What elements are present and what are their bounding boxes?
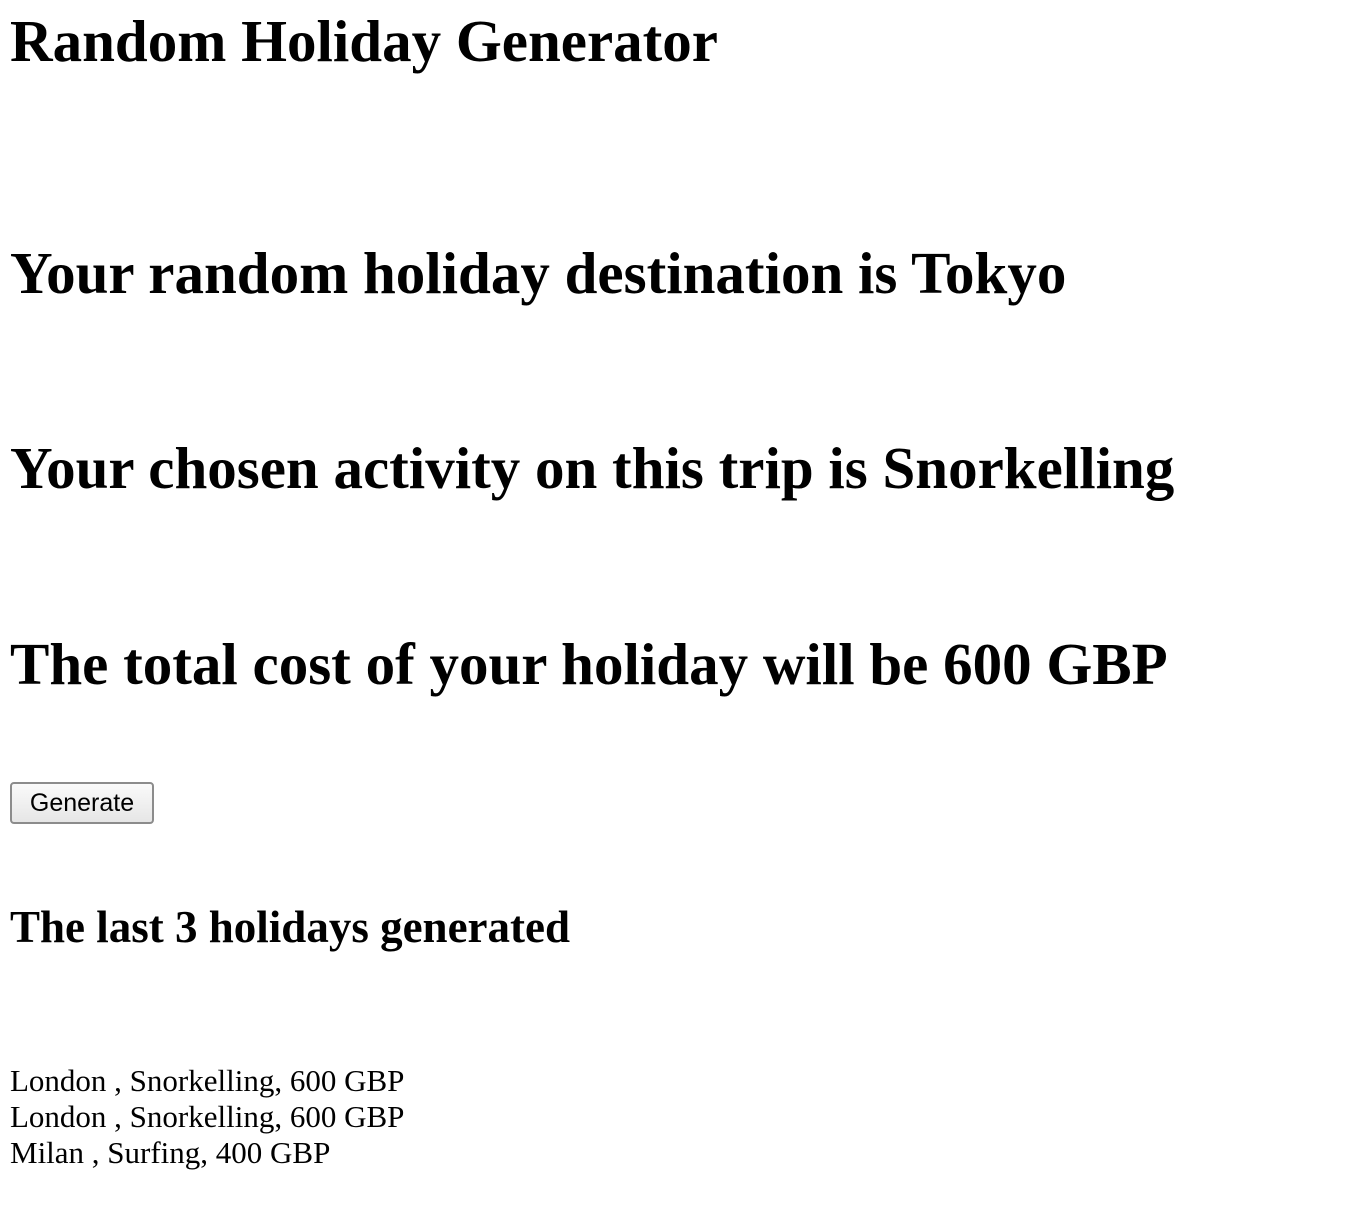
activity-result: Your chosen activity on this trip is Sno… [10, 435, 1175, 501]
cost-result: The total cost of your holiday will be 6… [10, 631, 1168, 697]
generate-button[interactable]: Generate [10, 782, 154, 824]
history-item: Milan , Surfing, 400 GBP [10, 1135, 331, 1170]
history-list: London , Snorkelling, 600 GBP London , S… [10, 1063, 404, 1171]
history-item: London , Snorkelling, 600 GBP [10, 1063, 405, 1098]
history-heading: The last 3 holidays generated [10, 902, 571, 952]
destination-result: Your random holiday destination is Tokyo [10, 240, 1067, 306]
history-item: London , Snorkelling, 600 GBP [10, 1099, 405, 1134]
page-title: Random Holiday Generator [10, 8, 718, 74]
